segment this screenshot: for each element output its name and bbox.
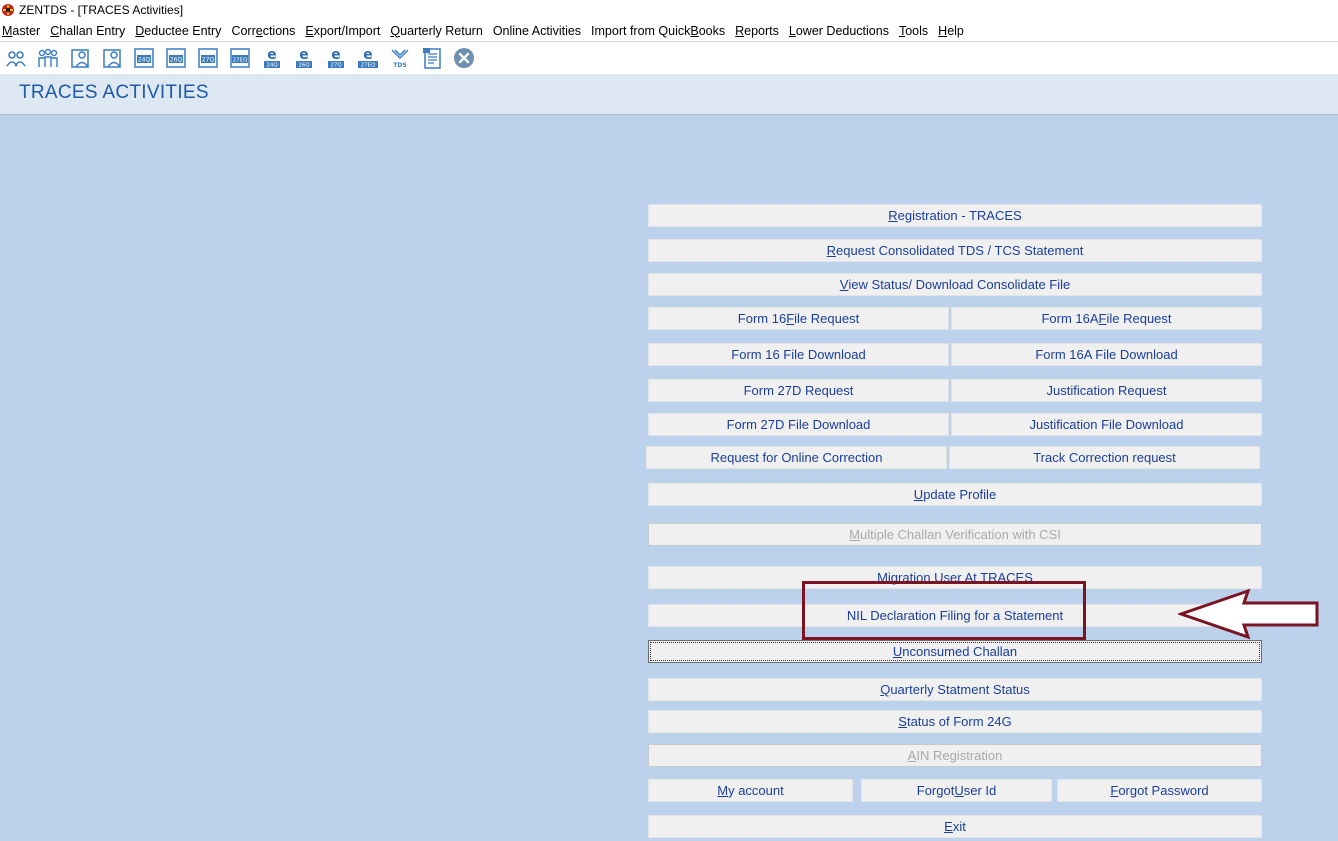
toolbar-27q-button[interactable]: 27Q [192, 44, 224, 72]
toolbar-tds-button[interactable]: TDS [384, 44, 416, 72]
svg-text:e: e [299, 47, 309, 63]
multiple-challan-verification-button[interactable]: Multiple Challan Verification with CSI [648, 523, 1262, 546]
annotation-arrow-icon [1178, 588, 1319, 640]
status-form-24g-button[interactable]: Status of Form 24G [648, 710, 1262, 733]
toolbar-deductees-button[interactable] [32, 44, 64, 72]
svg-text:24Q: 24Q [138, 57, 151, 64]
form27d-file-download-button[interactable]: Form 27D File Download [648, 413, 949, 436]
toolbar-e27q-button[interactable]: e 27Q [320, 44, 352, 72]
title-bar: ZENTDS - [TRACES Activities] [0, 0, 1338, 20]
efile-27q-icon: e 27Q [328, 47, 344, 69]
unconsumed-challan-button[interactable]: Unconsumed Challan [648, 640, 1262, 663]
svg-text:e: e [363, 47, 373, 63]
menu-lower-deductions[interactable]: Lower Deductions [786, 24, 896, 38]
toolbar-deductor-button[interactable] [0, 44, 32, 72]
toolbar: 24Q 26Q 27Q 27EQ e 24Q e 26Q e 27Q e 27E… [0, 42, 1338, 74]
toolbar-24q-button[interactable]: 24Q [128, 44, 160, 72]
svg-text:27Q: 27Q [202, 57, 215, 64]
toolbar-close-button[interactable] [448, 44, 480, 72]
form16-file-download-button[interactable]: Form 16 File Download [648, 343, 949, 366]
form-24q-icon: 24Q [134, 48, 154, 68]
menu-deductee-entry[interactable]: Deductee Entry [132, 24, 228, 38]
group-icon [38, 48, 58, 67]
ain-registration-button[interactable]: A IN Registration [648, 744, 1262, 767]
efile-27eq-icon: e 27EQ [358, 47, 378, 69]
request-consolidated-statement-button[interactable]: Request Consolidated TDS / TCS Statement [648, 239, 1262, 262]
update-profile-button[interactable]: Update Profile [648, 483, 1262, 506]
exit-button[interactable]: Exit [648, 815, 1262, 838]
view-status-download-button[interactable]: View Status/ Download Consolidate File [648, 273, 1262, 296]
menu-import-quickbooks[interactable]: Import from QuickBooks [588, 24, 732, 38]
justification-request-button[interactable]: Justification Request [951, 379, 1262, 402]
menu-quarterly-return[interactable]: Quarterly Return [387, 24, 489, 38]
users-icon [6, 51, 26, 67]
toolbar-person2-button[interactable] [96, 44, 128, 72]
svg-text:27EQ: 27EQ [233, 58, 248, 64]
form-27q-icon: 27Q [198, 48, 218, 68]
svg-text:e: e [267, 47, 277, 63]
menu-corrections[interactable]: Corrections [228, 24, 302, 38]
quarterly-statement-status-button[interactable]: Quarterly Statment Status [648, 678, 1262, 701]
svg-text:27Q: 27Q [330, 63, 342, 69]
menu-bar: Master Challan Entry Deductee Entry Corr… [0, 20, 1338, 42]
menu-master[interactable]: Master [0, 24, 47, 38]
page-header: TRACES ACTIVITIES [0, 74, 1338, 115]
toolbar-e24q-button[interactable]: e 24Q [256, 44, 288, 72]
menu-export-import[interactable]: Export/Import [302, 24, 387, 38]
nil-declaration-filing-button[interactable]: NIL Declaration Filing for a Statement [648, 604, 1262, 627]
toolbar-27eq-button[interactable]: 27EQ [224, 44, 256, 72]
my-account-button[interactable]: My account [648, 779, 853, 802]
forgot-user-id-button[interactable]: Forgot User Id [861, 779, 1052, 802]
svg-text:27EQ: 27EQ [361, 63, 376, 69]
request-online-correction-button[interactable]: Request for Online Correction [646, 446, 947, 469]
person-card-icon [71, 49, 89, 68]
toolbar-e27eq-button[interactable]: e 27EQ [352, 44, 384, 72]
migration-user-traces-button[interactable]: Migration User At TRACES [648, 566, 1262, 589]
svg-text:24Q: 24Q [266, 63, 278, 69]
svg-text:26Q: 26Q [298, 63, 310, 69]
forgot-password-button[interactable]: Forgot Password [1057, 779, 1262, 802]
toolbar-e26q-button[interactable]: e 26Q [288, 44, 320, 72]
efile-26q-icon: e 26Q [296, 47, 312, 69]
efile-24q-icon: e 24Q [264, 47, 280, 69]
menu-online-activities[interactable]: Online Activities [490, 24, 588, 38]
form-26q-icon: 26Q [166, 48, 186, 68]
toolbar-26q-button[interactable]: 26Q [160, 44, 192, 72]
form16a-file-request-button[interactable]: Form 16A File Request [951, 307, 1262, 330]
form-27eq-icon: 27EQ [230, 48, 250, 68]
document-list-icon [423, 48, 441, 69]
registration-traces-button[interactable]: Registration - TRACES [648, 204, 1262, 227]
justification-file-download-button[interactable]: Justification File Download [951, 413, 1262, 436]
toolbar-report-button[interactable] [416, 44, 448, 72]
app-logo-icon [2, 4, 14, 16]
person-card-icon [103, 49, 121, 68]
form16-file-request-button[interactable]: Form 16 File Request [648, 307, 949, 330]
menu-reports[interactable]: Reports [732, 24, 786, 38]
svg-text:26Q: 26Q [170, 57, 183, 64]
page-title: TRACES ACTIVITIES [19, 82, 209, 103]
menu-tools[interactable]: Tools [896, 24, 935, 38]
menu-challan-entry[interactable]: Challan Entry [47, 24, 132, 38]
close-circle-icon [454, 48, 474, 68]
window-title: ZENTDS - [TRACES Activities] [19, 3, 184, 17]
svg-text:e: e [331, 47, 341, 63]
menu-help[interactable]: Help [935, 24, 971, 38]
form27d-request-button[interactable]: Form 27D Request [648, 379, 949, 402]
toolbar-person-button[interactable] [64, 44, 96, 72]
track-correction-request-button[interactable]: Track Correction request [949, 446, 1260, 469]
tds-logo-icon: TDS [391, 49, 409, 69]
form16a-file-download-button[interactable]: Form 16A File Download [951, 343, 1262, 366]
svg-text:TDS: TDS [393, 62, 406, 69]
